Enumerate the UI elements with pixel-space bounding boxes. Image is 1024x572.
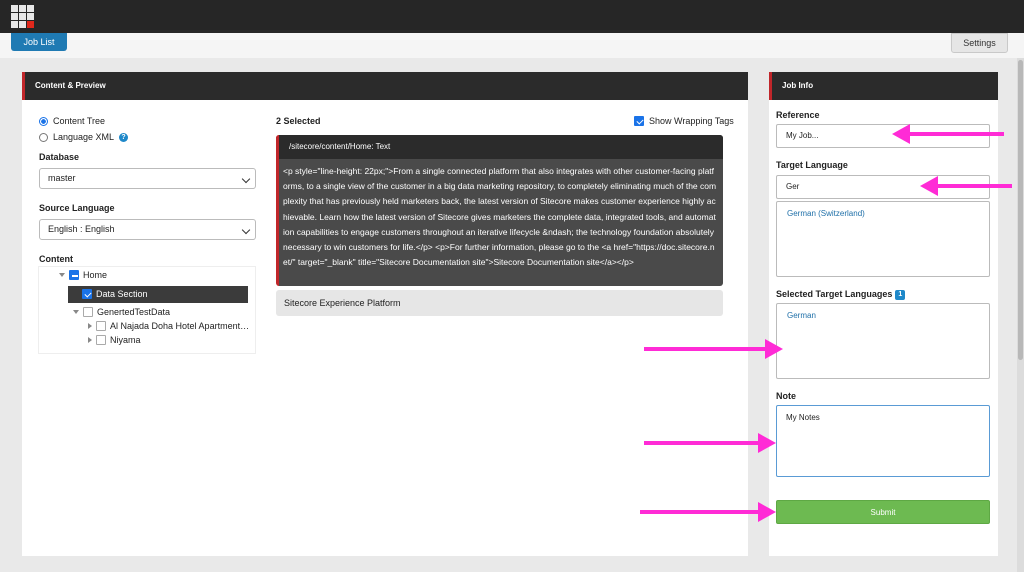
arrow-head-icon — [892, 124, 910, 144]
partial-checkbox-icon[interactable] — [69, 270, 79, 280]
expand-caret-icon[interactable] — [59, 273, 65, 277]
database-select-value: master — [48, 173, 76, 183]
selected-targets-count-badge: 1 — [895, 289, 906, 300]
arrow-head-icon — [765, 339, 783, 359]
chevron-down-icon — [241, 225, 251, 235]
tree-node-generated-label: GenertedTestData — [97, 307, 171, 317]
tree-node-home[interactable]: Home — [59, 270, 107, 280]
content-item-html: <p style="line-height: 22px;">From a sin… — [283, 166, 717, 268]
page-scrollbar-thumb[interactable] — [1018, 60, 1023, 360]
source-language-select-value: English : English — [48, 224, 115, 234]
reference-label: Reference — [776, 110, 820, 120]
job-list-button[interactable]: Job List — [11, 33, 67, 51]
tree-node-data-section-label: Data Section — [96, 289, 148, 299]
target-language-option[interactable]: German (Switzerland) — [787, 209, 865, 218]
tree-node-niyama[interactable]: Niyama — [88, 335, 141, 345]
annotation-arrow — [644, 339, 783, 359]
source-language-select[interactable]: English : English — [39, 219, 256, 240]
database-label: Database — [39, 152, 80, 162]
checkbox-icon[interactable] — [96, 335, 106, 345]
show-wrapping-tags-label: Show Wrapping Tags — [649, 116, 734, 126]
reference-input[interactable]: My Job... — [776, 124, 990, 148]
radio-language-xml[interactable]: Language XML ? — [39, 132, 129, 142]
reference-input-value: My Job... — [786, 131, 819, 140]
target-language-label: Target Language — [776, 160, 848, 170]
tree-node-niyama-label: Niyama — [110, 335, 141, 345]
radio-content-tree[interactable]: Content Tree — [39, 116, 105, 126]
job-info-title: Job Info — [769, 72, 998, 100]
checked-checkbox-icon[interactable] — [82, 289, 92, 299]
note-textarea[interactable]: My Notes — [776, 405, 990, 477]
content-label: Content — [39, 254, 73, 264]
tree-node-data-section[interactable]: Data Section — [82, 289, 148, 299]
arrow-head-icon — [758, 433, 776, 453]
selected-targets-label-text: Selected Target Languages — [776, 289, 893, 299]
tree-node-home-label: Home — [83, 270, 108, 280]
database-select[interactable]: master — [39, 168, 256, 189]
selected-target-item[interactable]: German — [787, 311, 816, 320]
source-language-label: Source Language — [39, 203, 115, 213]
submit-button[interactable]: Submit — [776, 500, 990, 524]
content-item-second[interactable]: Sitecore Experience Platform — [276, 290, 723, 316]
selected-targets-label: Selected Target Languages 1 — [776, 289, 906, 300]
annotation-arrow — [892, 124, 1004, 144]
collapse-caret-icon[interactable] — [88, 337, 92, 343]
collapse-caret-icon[interactable] — [88, 323, 92, 329]
target-language-input-value: Ger — [786, 182, 800, 191]
annotation-arrow — [920, 176, 1012, 196]
settings-button[interactable]: Settings — [951, 33, 1008, 53]
checkbox-icon[interactable] — [83, 307, 93, 317]
checkbox-icon[interactable] — [96, 321, 106, 331]
annotation-arrow — [640, 502, 776, 522]
checked-checkbox-icon[interactable] — [634, 116, 644, 126]
radio-unselected-icon[interactable] — [39, 132, 48, 142]
radio-content-tree-label: Content Tree — [53, 116, 106, 126]
arrow-head-icon — [758, 502, 776, 522]
chevron-down-icon — [241, 174, 251, 184]
tree-node-generated[interactable]: GenertedTestData — [73, 307, 170, 317]
expand-caret-icon[interactable] — [73, 310, 79, 314]
radio-language-xml-label: Language XML — [53, 132, 115, 142]
app-grid-logo-icon[interactable] — [11, 5, 35, 29]
top-bar — [0, 0, 1024, 33]
note-label: Note — [776, 391, 796, 401]
content-preview-title: Content & Preview — [22, 72, 748, 100]
content-item-path: /sitecore/content/Home: Text — [276, 135, 723, 159]
annotation-arrow — [644, 433, 776, 453]
radio-selected-icon[interactable] — [39, 116, 48, 126]
arrow-head-icon — [920, 176, 938, 196]
help-icon[interactable]: ? — [119, 132, 129, 142]
show-wrapping-tags-toggle[interactable]: Show Wrapping Tags — [634, 116, 734, 126]
selected-count: 2 Selected — [276, 116, 321, 126]
sub-bar — [0, 33, 1024, 58]
tree-node-hotel[interactable]: Al Najada Doha Hotel Apartment… — [88, 321, 249, 331]
tree-node-hotel-label: Al Najada Doha Hotel Apartment… — [110, 321, 250, 331]
